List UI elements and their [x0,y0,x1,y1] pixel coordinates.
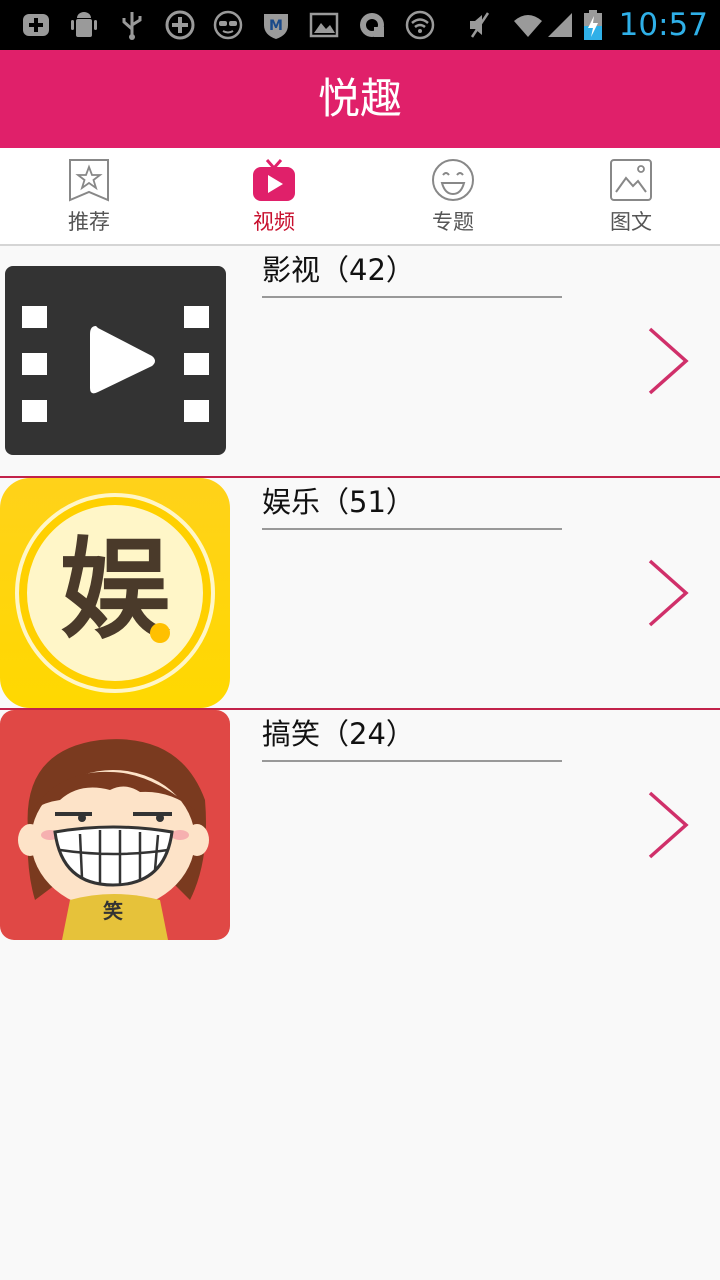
wifi-icon [405,10,435,40]
entertainment-yu-icon: 娱 [0,478,230,708]
tab-video-label: 视频 [253,210,295,234]
usb-icon [122,12,142,40]
tab-bar: 推荐 视频 专题 图文 [0,148,720,246]
tab-video[interactable]: 视频 [214,148,334,244]
chevron-right-icon[interactable] [644,558,692,628]
image-icon [610,159,652,201]
chevron-right-icon[interactable] [644,326,692,396]
plus-circle-icon [165,10,195,40]
status-time: 10:57 [618,7,708,43]
sunglasses-icon [213,10,243,40]
tab-recommend[interactable]: 推荐 [29,148,149,244]
list-item-title: 搞笑（24） [262,717,415,751]
tab-recommend-label: 推荐 [68,210,110,234]
sync-icon [360,13,384,37]
title-underline [262,760,562,762]
list-item-title: 娱乐（51） [262,485,415,519]
title-underline [262,528,562,530]
chevron-right-icon[interactable] [644,790,692,860]
battery-charging-icon [584,10,602,40]
star-bookmark-icon [69,159,109,202]
list-item-title: 影视（42） [262,253,415,287]
wifi-signal-icon [514,15,542,37]
add-box-icon [23,14,49,36]
thumb-xiao-text: 笑 [103,899,123,923]
tab-image-text-label: 图文 [610,210,652,234]
title-underline [262,296,562,298]
list-item[interactable]: 影视（42） [0,246,720,478]
tab-image-text[interactable]: 图文 [571,148,691,244]
list-item[interactable]: 娱 娱乐（51） [0,478,720,710]
list-item[interactable]: 笑 搞笑（24） [0,710,720,942]
shield-m-icon: M [264,14,288,39]
app-header: 悦趣 [0,50,720,148]
picture-icon [309,12,339,38]
svg-text:M: M [269,18,283,34]
status-bar: M 10:57 [0,0,720,50]
film-play-icon [5,266,226,455]
tab-topics-label: 专题 [432,210,474,234]
laughing-girl-icon: 笑 [0,710,230,940]
app-title: 悦趣 [317,74,402,123]
signal-icon [548,13,572,37]
mute-icon [470,12,490,38]
android-debug-icon [71,12,97,37]
tab-topics[interactable]: 专题 [393,148,513,244]
smiley-icon [432,159,474,201]
tv-play-icon [253,159,295,201]
